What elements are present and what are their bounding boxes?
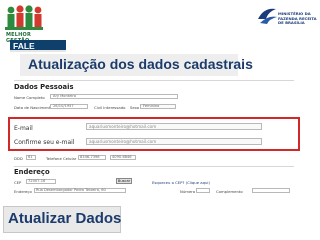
email-highlight-box: E-mail aquariusmonteiro@hotmail.com Conf… — [8, 117, 300, 151]
fazenda-caption: MINISTÉRIO DA FAZENDA RECEITA DE BRASÍLI… — [278, 11, 317, 26]
cep-label: CEP — [14, 180, 22, 185]
sex-label: Sexo — [130, 105, 140, 110]
sex-select[interactable]: Feminino — [140, 104, 176, 109]
section-personal-title: Dados Pessoais — [14, 83, 74, 91]
email-label: E-mail — [14, 125, 33, 132]
ddd-label: DDD — [14, 156, 23, 161]
update-data-label: Atualizar Dados — [8, 210, 122, 227]
civil-label: Civil Interessado — [94, 105, 126, 110]
address-label: Endereço — [14, 189, 32, 194]
birth-label: Data de Nascimento — [14, 105, 53, 110]
name-label: Nome Completo — [14, 95, 45, 100]
complement-field[interactable] — [252, 188, 290, 193]
page-heading-box: Atualização dos dados cadastrais — [20, 54, 253, 76]
site-header: MELHOR GESTÃO MINISTÉRIO DA FAZENDA RECE… — [0, 0, 320, 44]
phone-label: Telefone Celular — [46, 156, 77, 161]
address-field[interactable]: Rua Desembargador Pedro Teixeira, 60 — [34, 188, 126, 193]
divider — [14, 80, 294, 81]
fazenda-emblem-icon — [258, 8, 277, 24]
ministry-logo: MELHOR GESTÃO — [4, 3, 44, 44]
email-value: aquariusmonteiro@hotmail.com — [89, 124, 157, 129]
section-address-title: Endereço — [14, 168, 50, 176]
name-field[interactable]: Ary Monteiro — [50, 94, 178, 99]
complement-label: Complemento — [216, 189, 243, 194]
update-data-banner: Atualizar Dados — [3, 206, 121, 233]
email-input[interactable]: aquariusmonteiro@hotmail.com — [86, 123, 262, 130]
number-field[interactable] — [196, 188, 210, 193]
ddd-field[interactable]: 61 — [26, 155, 36, 160]
cep-hint-link[interactable]: Esqueceu o CEP? (Clique aqui) — [152, 180, 210, 185]
confirm-email-label: Confirme seu e-mail — [14, 139, 75, 146]
confirm-email-value: aquariusmonteiro@hotmail.com — [89, 139, 157, 144]
birth-field[interactable]: 26/10/1957 — [50, 104, 88, 109]
cep-field[interactable]: 72007-16 — [26, 179, 56, 184]
people-logo-icon — [5, 4, 43, 30]
divider — [14, 166, 294, 167]
confirm-email-input[interactable]: aquariusmonteiro@hotmail.com — [86, 138, 262, 145]
fale-conosco-tab[interactable]: FALE CONOSCO — [10, 40, 66, 61]
page-heading: Atualização dos dados cadastrais — [28, 56, 253, 72]
phone-field[interactable]: 8346-7398 — [78, 155, 106, 160]
phone2-field[interactable]: 4090-6846 — [110, 155, 136, 160]
number-label: Número — [180, 189, 196, 194]
fazenda-logo: MINISTÉRIO DA FAZENDA RECEITA DE BRASÍLI… — [256, 5, 317, 31]
search-cep-button[interactable]: Buscar — [116, 178, 132, 184]
